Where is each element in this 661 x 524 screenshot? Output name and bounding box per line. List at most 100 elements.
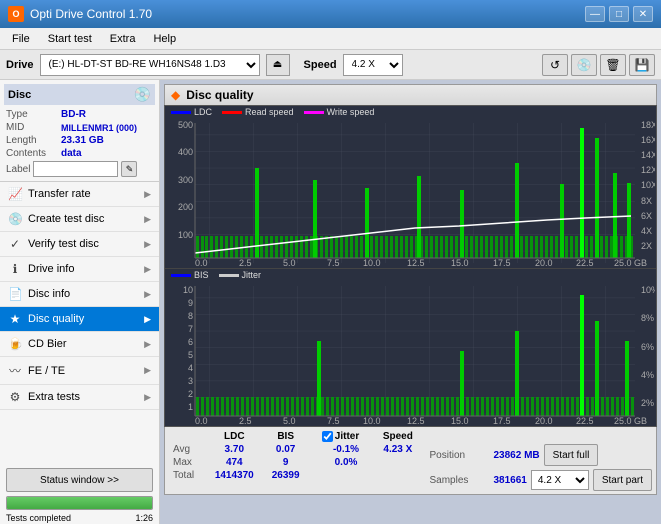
disc-type-row: Type BD-R: [4, 109, 155, 120]
minimize-button[interactable]: —: [585, 6, 605, 22]
disc-label-input[interactable]: [33, 161, 118, 177]
svg-text:5.0: 5.0: [283, 258, 296, 268]
read-speed-legend-color: [222, 111, 242, 114]
speed-select[interactable]: 4.2 X: [343, 54, 403, 76]
read-speed-legend-item: Read speed: [222, 107, 294, 117]
disc-panel-icon: 💿: [134, 86, 151, 103]
nav-arrow: ▶: [144, 314, 151, 325]
ldc-legend-color: [171, 111, 191, 114]
svg-text:17.5: 17.5: [493, 258, 511, 268]
stats-bar: LDC BIS Jitter Speed Avg 3.7: [164, 427, 657, 495]
nav-arrow: ▶: [144, 214, 151, 225]
refresh-icon[interactable]: ↺: [542, 54, 568, 76]
svg-text:2.5: 2.5: [239, 258, 252, 268]
start-part-button[interactable]: Start part: [593, 469, 652, 491]
ldc-legend-item: LDC: [171, 107, 212, 117]
stats-right-panel: Position 23862 MB Start full Samples 381…: [429, 430, 652, 491]
svg-text:2.5: 2.5: [239, 416, 252, 426]
write-speed-legend-item: Write speed: [304, 107, 375, 117]
sidebar-item-disc-quality[interactable]: ★ Disc quality ▶: [0, 307, 159, 332]
save-icon[interactable]: 💾: [629, 54, 655, 76]
menu-help[interactable]: Help: [145, 31, 184, 47]
content-header-icon: ◆: [171, 88, 180, 102]
transfer-rate-icon: 📈: [8, 187, 22, 201]
jitter-legend-item: Jitter: [219, 270, 262, 280]
top-chart-legend: LDC Read speed Write speed: [165, 106, 656, 118]
disc-panel-header: Disc 💿: [4, 84, 155, 105]
bottom-chart-legend: BIS Jitter: [165, 268, 656, 281]
disc-length-row: Length 23.31 GB: [4, 135, 155, 146]
svg-text:12.5: 12.5: [407, 258, 425, 268]
verify-test-disc-icon: ✓: [8, 237, 22, 251]
svg-text:17.5: 17.5: [493, 416, 511, 426]
stats-header-row: LDC BIS Jitter Speed: [169, 430, 421, 443]
drive-select[interactable]: (E:) HL-DT-ST BD-RE WH16NS48 1.D3: [40, 54, 260, 76]
speed-label: Speed: [304, 59, 337, 71]
bottom-chart-svg: 10 9 8 7 6 5 4 3 2 1 10% 8% 6% 4% 2%: [165, 281, 655, 426]
start-full-button[interactable]: Start full: [544, 444, 599, 466]
sidebar-item-drive-info[interactable]: ℹ Drive info ▶: [0, 257, 159, 282]
stats-max-ldc: 474: [205, 456, 263, 469]
menu-extra[interactable]: Extra: [102, 31, 144, 47]
menu-file[interactable]: File: [4, 31, 38, 47]
jitter-checkbox[interactable]: [322, 431, 333, 442]
svg-text:15.0: 15.0: [451, 416, 469, 426]
sidebar-item-label: Verify test disc: [28, 238, 99, 250]
sidebar-item-disc-info[interactable]: 📄 Disc info ▶: [0, 282, 159, 307]
svg-text:0.0: 0.0: [195, 416, 208, 426]
samples-label: Samples: [429, 475, 489, 486]
disc-label-edit-button[interactable]: ✎: [121, 161, 137, 177]
sidebar-item-cd-bier[interactable]: 🍺 CD Bier ▶: [0, 332, 159, 357]
eject-button[interactable]: ⏏: [266, 54, 290, 76]
fe-te-icon: 〰: [8, 362, 22, 379]
disc-quality-icon: ★: [8, 312, 22, 326]
sidebar-item-verify-test-disc[interactable]: ✓ Verify test disc ▶: [0, 232, 159, 257]
status-window-button[interactable]: Status window >>: [6, 468, 153, 492]
content-header: ◆ Disc quality: [164, 84, 657, 105]
close-button[interactable]: ✕: [633, 6, 653, 22]
extra-tests-icon: ⚙: [8, 390, 22, 404]
svg-text:10%: 10%: [641, 285, 655, 295]
nav-arrow: ▶: [144, 289, 151, 300]
disc-label-label: Label: [6, 164, 30, 175]
bis-legend-item: BIS: [171, 270, 209, 280]
disc-mid-row: MID MILLENMR1 (000): [4, 122, 155, 133]
toolbar-icons: ↺ 💿 🗑 💾: [542, 54, 655, 76]
stats-col-spacer: [308, 430, 318, 443]
sidebar-item-extra-tests[interactable]: ⚙ Extra tests ▶: [0, 385, 159, 410]
bis-legend-text: BIS: [194, 270, 209, 280]
stats-table: LDC BIS Jitter Speed Avg 3.7: [169, 430, 421, 482]
svg-text:4X: 4X: [641, 226, 652, 236]
svg-text:1: 1: [188, 402, 193, 412]
menu-start-test[interactable]: Start test: [40, 31, 100, 47]
stats-total-ldc: 1414370: [205, 469, 263, 482]
sidebar-item-create-test-disc[interactable]: 💿 Create test disc ▶: [0, 207, 159, 232]
svg-text:10X: 10X: [641, 180, 655, 190]
disc-label-row: Label ✎: [4, 161, 155, 177]
svg-text:2%: 2%: [641, 398, 654, 408]
disc-length-value: 23.31 GB: [61, 135, 104, 146]
disc-icon[interactable]: 💿: [571, 54, 597, 76]
stats-samples-row: Samples 381661 4.2 X Start part: [429, 469, 652, 491]
status-text: Tests completed: [6, 513, 71, 523]
maximize-button[interactable]: □: [609, 6, 629, 22]
disc-type-label: Type: [6, 109, 61, 120]
stats-max-label: Max: [169, 456, 205, 469]
svg-text:8: 8: [188, 311, 193, 321]
sidebar: Disc 💿 Type BD-R MID MILLENMR1 (000) Len…: [0, 80, 160, 524]
speed-dropdown[interactable]: 4.2 X: [531, 470, 589, 490]
sidebar-item-label: FE / TE: [28, 365, 65, 377]
sidebar-item-label: Create test disc: [28, 213, 104, 225]
svg-text:18X: 18X: [641, 120, 655, 130]
jitter-label[interactable]: Jitter: [322, 431, 370, 442]
sidebar-item-label: Extra tests: [28, 391, 80, 403]
disc-panel-title: Disc: [8, 89, 31, 101]
sidebar-item-transfer-rate[interactable]: 📈 Transfer rate ▶: [0, 182, 159, 207]
stats-col-empty: [169, 430, 205, 443]
erase-icon[interactable]: 🗑: [600, 54, 626, 76]
disc-contents-value: data: [61, 148, 82, 159]
svg-text:7.5: 7.5: [327, 416, 340, 426]
app-title: Opti Drive Control 1.70: [30, 7, 152, 21]
svg-text:8X: 8X: [641, 196, 652, 206]
sidebar-item-fe-te[interactable]: 〰 FE / TE ▶: [0, 357, 159, 385]
